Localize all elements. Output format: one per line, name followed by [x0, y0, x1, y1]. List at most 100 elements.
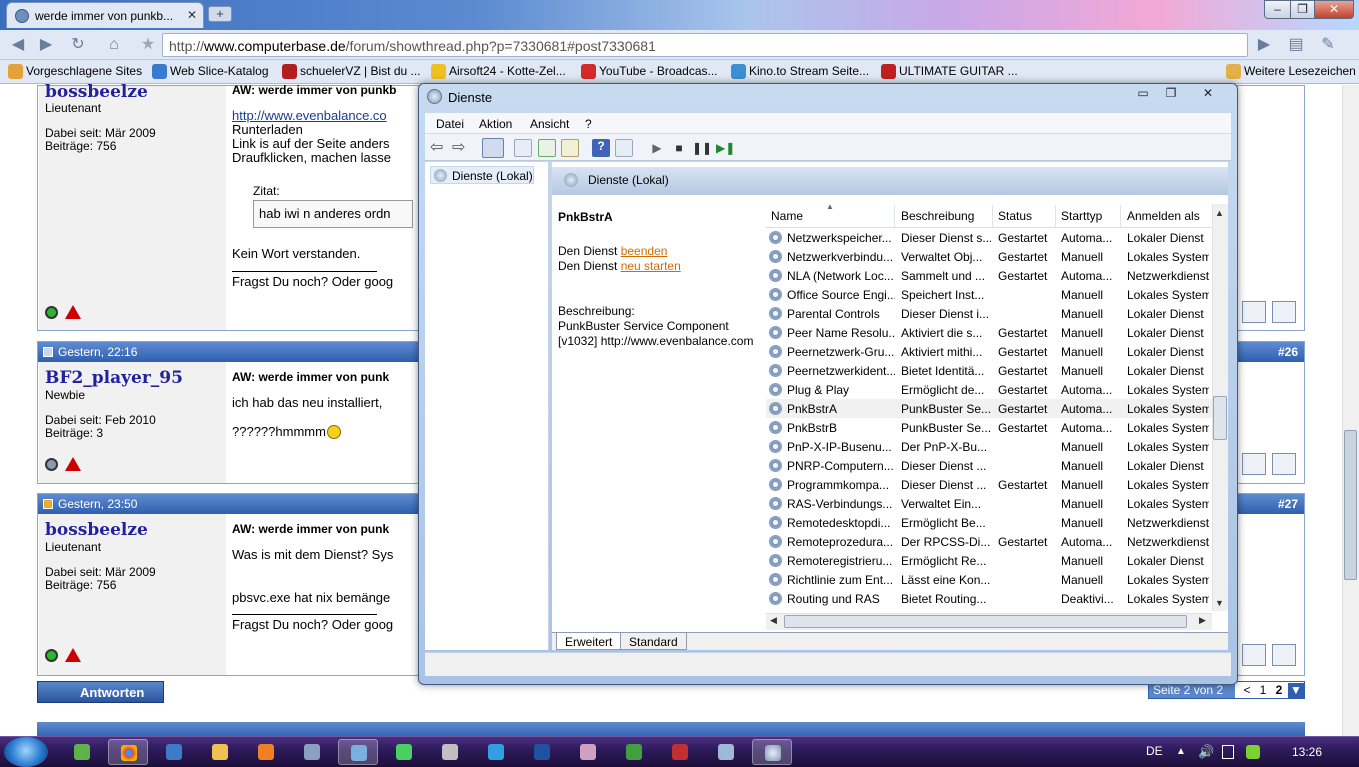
column-separator[interactable] — [1055, 205, 1056, 227]
bookmark-item[interactable]: Vorgeschlagene Sites — [6, 64, 142, 79]
service-row[interactable]: Remoteregistrieru... Ermöglicht Re... Manu… — [766, 551, 1212, 570]
network-tray-icon[interactable] — [1222, 745, 1234, 759]
close-window-button[interactable]: ✕ — [1314, 0, 1354, 19]
go-icon[interactable]: ▶ — [1254, 35, 1274, 55]
quote-icon[interactable] — [1242, 453, 1266, 475]
minimize-button[interactable]: – — [1264, 0, 1291, 19]
reply-button[interactable]: Antworten — [37, 681, 164, 703]
tab-standard[interactable]: Standard — [620, 633, 687, 650]
restart-service-icon[interactable]: ▶❚ — [716, 139, 735, 157]
column-header-anmelden[interactable]: Anmelden als — [1127, 209, 1200, 223]
service-row[interactable]: PnP-X-IP-Busenu... Der PnP-X-Bu... Manuell… — [766, 437, 1212, 456]
column-header-beschreibung[interactable]: Beschreibung — [901, 209, 974, 223]
taskbar-item[interactable] — [384, 739, 424, 765]
export-icon[interactable] — [561, 139, 579, 157]
forward-icon[interactable]: ▶ — [36, 35, 56, 55]
taskbar-item[interactable] — [338, 739, 378, 765]
tree-item-dienste-lokal[interactable]: Dienste (Lokal) — [430, 166, 534, 184]
service-row[interactable]: Netzwerkverbindu... Verwaltet Obj... Gesta… — [766, 247, 1212, 266]
pause-service-icon[interactable]: ❚❚ — [692, 139, 712, 157]
service-row[interactable]: PnkBstrA PunkBuster Se... Gestartet Automa.… — [766, 399, 1212, 418]
service-row[interactable]: Peernetzwerk-Gru... Aktiviert mithi... Ges… — [766, 342, 1212, 361]
page-menu-icon[interactable]: ▤ — [1286, 35, 1306, 55]
clock[interactable]: 13:26 — [1292, 745, 1322, 759]
bookmark-star-icon[interactable]: ★ — [138, 35, 158, 55]
bookmark-item[interactable]: schuelerVZ | Bist du ... — [280, 64, 421, 79]
column-header-name[interactable]: Name — [771, 209, 803, 223]
page-scrollbar[interactable] — [1342, 85, 1359, 736]
scroll-up-icon[interactable]: ▲ — [1215, 208, 1224, 218]
column-header-starttyp[interactable]: Starttyp — [1061, 209, 1102, 223]
menu-datei[interactable]: Datei — [436, 117, 464, 131]
service-row[interactable]: Programmkompa... Dieser Dienst ... Gestart… — [766, 475, 1212, 494]
service-row[interactable]: Peernetzwerkident... Bietet Identitä... Ge… — [766, 361, 1212, 380]
services-maximize-button[interactable]: ❐ — [1156, 84, 1186, 102]
home-icon[interactable]: ⌂ — [104, 35, 124, 55]
close-tab-icon[interactable]: ✕ — [187, 8, 197, 22]
username[interactable]: BF2_player_95 — [45, 368, 183, 388]
taskbar-item[interactable] — [614, 739, 654, 765]
post-number[interactable]: #27 — [1278, 497, 1298, 511]
edit-icon[interactable] — [1272, 644, 1296, 666]
back-arrow-icon[interactable]: ⇦ — [430, 139, 448, 157]
service-row[interactable]: Plug & Play Ermöglicht de... Gestartet Auto… — [766, 380, 1212, 399]
taskbar-item-chrome[interactable] — [108, 739, 148, 765]
post-link[interactable]: http://www.evenbalance.co — [232, 109, 387, 123]
table-horizontal-thumb[interactable] — [784, 615, 1187, 628]
other-bookmarks[interactable]: Weitere Lesezeichen — [1224, 64, 1356, 79]
properties-icon[interactable] — [514, 139, 532, 157]
services-close-button[interactable]: ✕ — [1192, 84, 1224, 102]
taskbar-item[interactable] — [522, 739, 562, 765]
edit-icon[interactable] — [1272, 301, 1296, 323]
service-row[interactable]: Netzwerkspeicher... Dieser Dienst s... Ges… — [766, 228, 1212, 247]
service-row[interactable]: RAS-Verbindungs... Verwaltet Ein... Manuel… — [766, 494, 1212, 513]
taskbar-item[interactable] — [568, 739, 608, 765]
quote-icon[interactable] — [1242, 644, 1266, 666]
menu-ansicht[interactable]: Ansicht — [530, 117, 569, 131]
taskbar-item[interactable] — [200, 739, 240, 765]
menu-aktion[interactable]: Aktion — [479, 117, 512, 131]
edit-icon[interactable] — [1272, 453, 1296, 475]
view-icon[interactable] — [615, 139, 633, 157]
service-row[interactable]: Remotedesktopdi... Ermöglicht Be... Manuel… — [766, 513, 1212, 532]
stop-service-link[interactable]: beenden — [621, 244, 668, 258]
service-row[interactable]: Office Source Engi... Speichert Inst... Ma… — [766, 285, 1212, 304]
address-bar[interactable]: http://www.computerbase.de/forum/showthr… — [162, 33, 1248, 57]
post-number[interactable]: #26 — [1278, 345, 1298, 359]
bookmark-item[interactable]: Kino.to Stream Seite... — [729, 64, 869, 79]
bookmark-item[interactable]: YouTube - Broadcas... — [579, 64, 718, 79]
taskbar-item[interactable] — [706, 739, 746, 765]
service-row[interactable]: Peer Name Resolu... Aktiviert die s... Ges… — [766, 323, 1212, 342]
service-row[interactable]: Richtlinie zum Ent... Lässt eine Kon... Ma… — [766, 570, 1212, 589]
taskbar-item[interactable] — [430, 739, 470, 765]
username[interactable]: bossbeelze — [45, 520, 148, 540]
taskbar-item[interactable] — [660, 739, 700, 765]
browser-tab[interactable]: werde immer von punkb... ✕ — [6, 2, 204, 28]
bookmark-item[interactable]: Airsoft24 - Kotte-Zel... — [429, 64, 566, 79]
restart-service-link[interactable]: neu starten — [621, 259, 681, 273]
start-service-icon[interactable]: ▶ — [648, 139, 666, 157]
page-menu-icon[interactable]: ▼ — [1288, 683, 1304, 698]
report-icon[interactable] — [65, 305, 81, 319]
page-scroll-thumb[interactable] — [1344, 430, 1357, 580]
tab-erweitert[interactable]: Erweitert — [556, 633, 622, 650]
quote-icon[interactable] — [1242, 301, 1266, 323]
refresh-icon[interactable] — [538, 139, 556, 157]
scroll-right-icon[interactable]: ▶ — [1199, 615, 1206, 626]
taskbar-item[interactable] — [476, 739, 516, 765]
console-tree-icon[interactable] — [482, 138, 504, 158]
taskbar-item[interactable] — [62, 739, 102, 765]
taskbar-item[interactable] — [292, 739, 332, 765]
service-row[interactable]: Routing und RAS Bietet Routing... Deaktivi… — [766, 589, 1212, 608]
service-row[interactable]: NLA (Network Loc... Sammelt und ... Gestar… — [766, 266, 1212, 285]
forward-arrow-icon[interactable]: ⇨ — [452, 139, 470, 157]
username[interactable]: bossbeelze — [45, 82, 148, 102]
column-separator[interactable] — [1120, 205, 1121, 227]
scroll-left-icon[interactable]: ◀ — [770, 615, 777, 626]
maximize-button[interactable]: ❐ — [1290, 0, 1315, 19]
column-separator[interactable] — [992, 205, 993, 227]
service-row[interactable]: PnkBstrB PunkBuster Se... Gestartet Automa.… — [766, 418, 1212, 437]
services-minimize-button[interactable]: ▭ — [1128, 84, 1158, 102]
page-1-link[interactable]: 1 — [1255, 683, 1271, 697]
taskbar-item[interactable] — [246, 739, 286, 765]
